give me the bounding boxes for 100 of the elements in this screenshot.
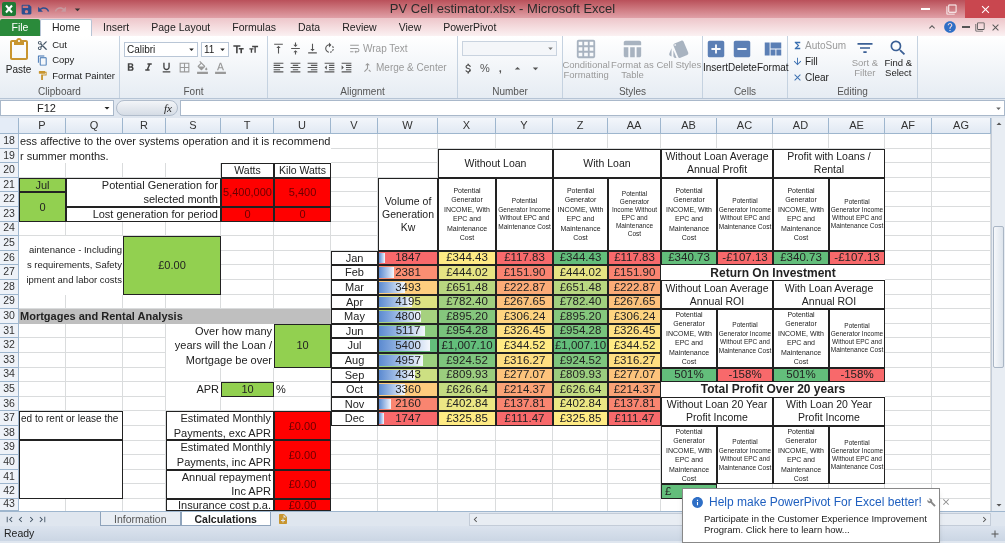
row-header[interactable]: 39 <box>0 440 19 456</box>
scissors-icon <box>37 39 49 51</box>
scroll-thumb[interactable] <box>993 226 1004 368</box>
ribbon-tab[interactable]: Review <box>331 19 388 36</box>
copy-icon <box>37 54 49 66</box>
column-header[interactable]: AB <box>661 118 717 134</box>
column-header[interactable]: AC <box>717 118 773 134</box>
column-header[interactable]: Y <box>496 118 553 134</box>
align-right-icon <box>306 61 319 74</box>
select-all-button[interactable] <box>0 118 19 134</box>
comma-button[interactable]: , <box>494 60 506 77</box>
ribbon-tab[interactable]: Page Layout <box>140 19 222 36</box>
header-cell: With Loan 20 Year Profit Income <box>773 396 885 426</box>
value-cell: £214.37 <box>608 382 661 397</box>
label-cell: Estimated Monthly Payments, exc APR <box>166 411 274 441</box>
value-cell: £895.20 <box>553 309 608 324</box>
sigma-icon <box>792 40 803 51</box>
row-header[interactable]: 37 <box>0 411 19 426</box>
row-header[interactable]: 32 <box>0 338 19 353</box>
minimize-icon[interactable] <box>962 26 970 28</box>
column-header[interactable]: P <box>19 118 66 134</box>
label-cell: Annual repayment Inc APR <box>166 469 274 499</box>
column-header[interactable]: Q <box>66 118 123 134</box>
column-header[interactable]: T <box>221 118 274 134</box>
restore-icon <box>946 3 957 15</box>
copy-button[interactable]: Copy <box>37 53 115 68</box>
font-size-field[interactable]: 11 <box>201 42 229 57</box>
column-header[interactable]: R <box>123 118 166 134</box>
row-header[interactable]: 25 <box>0 236 19 251</box>
minimize-icon[interactable] <box>921 8 930 10</box>
notification-text[interactable]: Participate in the Customer Experience Improvement Program. Click here to learn how... <box>691 511 931 535</box>
editing-button[interactable]: Clear <box>792 70 847 85</box>
value-cell: £444.02 <box>438 265 496 280</box>
name-box[interactable]: F12 <box>0 100 114 116</box>
column-header[interactable]: X <box>438 118 496 134</box>
group-label: Styles <box>617 85 648 98</box>
row-header[interactable]: 27 <box>0 265 19 280</box>
editing-button[interactable]: Fill <box>792 54 847 69</box>
column-header[interactable]: AG <box>932 118 991 134</box>
editing-button[interactable]: Find & Select <box>883 38 913 78</box>
ribbon-tab[interactable]: Formulas <box>221 19 287 36</box>
result-cell: £0.00 <box>274 440 331 470</box>
eraser-icon <box>792 72 803 83</box>
cell-text: ess affective to the over systems operation and it is recommend <box>19 134 331 149</box>
cell-text: Over how many years will the Loan / Mortgage be over <box>166 323 274 368</box>
column-header[interactable]: Z <box>553 118 608 134</box>
group-label: Cells <box>732 85 758 98</box>
column-header[interactable]: V <box>331 118 378 134</box>
row-header[interactable]: 42 <box>0 484 19 499</box>
ribbon-tab[interactable]: Insert <box>92 19 141 36</box>
header-cell: Profit with Loans / Rental <box>773 148 885 178</box>
formula-field[interactable] <box>180 100 1005 116</box>
font-name-field[interactable]: Calibri <box>124 42 198 57</box>
file-tab[interactable]: File <box>0 19 40 36</box>
value-cell: 4800 <box>378 309 438 324</box>
value-cell: £111.47 <box>496 411 553 426</box>
row-header[interactable]: 20 <box>0 163 19 178</box>
column-header[interactable]: U <box>274 118 331 134</box>
vertical-scrollbar[interactable] <box>991 118 1005 511</box>
cells-button[interactable]: Delete <box>728 38 757 75</box>
row-header[interactable]: 30 <box>0 309 19 324</box>
paste-button[interactable]: Paste <box>4 38 34 83</box>
row-header[interactable]: 35 <box>0 382 19 397</box>
label-cell: Potential Generation for selected month <box>66 177 221 207</box>
ribbon-tab[interactable]: View <box>387 19 433 36</box>
cells-button[interactable]: Insert <box>703 38 728 75</box>
down-arrow-icon <box>792 56 803 67</box>
column-header[interactable]: W <box>378 118 438 134</box>
ribbon-tab[interactable]: PowerPivot <box>432 19 508 36</box>
column-header[interactable]: AD <box>773 118 829 134</box>
cells-button[interactable]: Format <box>756 38 789 75</box>
sheet-tab[interactable]: Calculations <box>180 512 271 526</box>
row-header[interactable]: 40 <box>0 455 19 470</box>
column-header[interactable]: S <box>166 118 221 134</box>
percent-button[interactable]: % <box>480 60 490 77</box>
value-cell: £626.64 <box>438 382 496 397</box>
number-format-field[interactable] <box>462 41 557 56</box>
function-button[interactable]: fx <box>116 100 178 116</box>
format-painter-button[interactable]: Format Painter <box>37 68 115 83</box>
orientation-icon <box>323 42 336 55</box>
cut-button[interactable]: Cut <box>37 38 115 53</box>
align-center-icon <box>289 61 302 74</box>
input-cell: 10 <box>274 323 331 368</box>
month-cell: Jul <box>331 338 378 353</box>
row-header[interactable]: 18 <box>0 134 19 149</box>
header-cell: With Loan <box>553 148 661 178</box>
month-cell: Oct <box>331 382 378 397</box>
info-icon <box>691 495 704 509</box>
ribbon-tab[interactable]: Home <box>40 19 92 36</box>
wrench-icon <box>926 497 936 507</box>
column-header[interactable]: AE <box>829 118 885 134</box>
sheet-tab[interactable]: Information <box>100 512 181 526</box>
value-cell: £111.47 <box>608 411 661 426</box>
column-header[interactable]: AF <box>885 118 932 134</box>
input-cell: £0.00 <box>123 236 221 295</box>
ribbon-tab[interactable]: Data <box>287 19 332 36</box>
column-header[interactable]: AA <box>608 118 661 134</box>
indent-decrease-icon <box>323 61 336 74</box>
row-header[interactable]: 22 <box>0 192 19 207</box>
close-button[interactable] <box>965 0 1005 18</box>
